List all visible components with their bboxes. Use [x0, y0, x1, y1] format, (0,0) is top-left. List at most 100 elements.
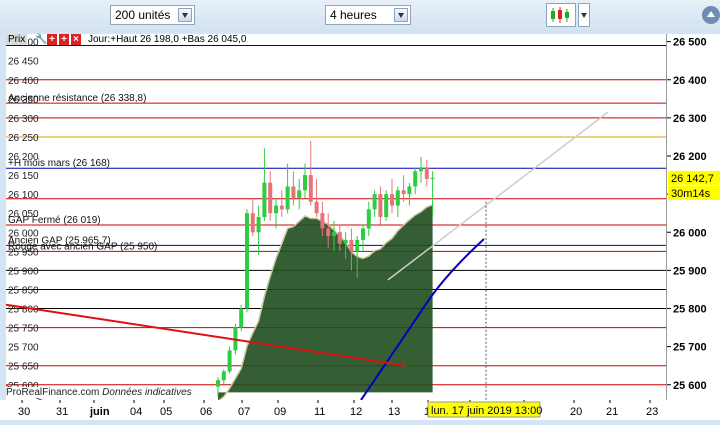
- candle-body: [355, 239, 360, 252]
- left-price-label: 26 250: [8, 133, 39, 144]
- left-price-label: 25 850: [8, 285, 39, 296]
- candle-body: [413, 171, 418, 187]
- candle-body: [221, 371, 226, 381]
- candle-body: [332, 232, 336, 237]
- date-axis-scale: 3031juin0405060709111213141718202123lun.…: [18, 400, 658, 418]
- left-price-label: 26 450: [8, 57, 39, 68]
- price-tick-label: 26 000: [673, 227, 707, 239]
- current-price-label: 26 142,7: [671, 173, 714, 185]
- date-axis[interactable]: 3031juin0405060709111213141718202123lun.…: [0, 400, 720, 420]
- price-axis[interactable]: 26 50026 40026 30026 20026 10026 00025 9…: [666, 34, 720, 400]
- credit-note: Données indicatives: [102, 387, 192, 398]
- candle-body: [245, 213, 249, 309]
- candle-body: [216, 380, 220, 387]
- candle-body: [384, 194, 389, 217]
- candle-body: [274, 205, 278, 214]
- date-tick-label: 11: [314, 406, 325, 418]
- candle-body: [337, 232, 342, 244]
- candle-body: [250, 213, 255, 233]
- candle-body: [320, 213, 325, 229]
- price-tick-label: 25 700: [673, 342, 707, 354]
- candle-body: [285, 186, 290, 210]
- date-tick-label: 09: [274, 406, 286, 418]
- highlight-date-label: lun. 17 juin 2019 13:00: [431, 405, 542, 417]
- left-price-label: 25 700: [8, 343, 39, 354]
- close-icon[interactable]: ×: [71, 34, 81, 45]
- left-price-label: 25 650: [8, 362, 39, 373]
- date-tick-label: 13: [388, 406, 400, 418]
- date-tick-label: 07: [238, 406, 250, 418]
- chevron-down-icon[interactable]: [178, 8, 192, 22]
- price-chart[interactable]: 26 50026 45026 40026 35026 30026 25026 2…: [6, 34, 666, 400]
- candle-body: [279, 205, 284, 210]
- price-tick-label: 25 800: [673, 304, 707, 316]
- date-tick-label: 12: [350, 406, 362, 418]
- price-tick-label: 26 300: [673, 113, 707, 125]
- candle-body: [239, 308, 244, 328]
- candle-body: [419, 167, 423, 172]
- date-tick-label: 20: [570, 406, 582, 418]
- left-price-label: 25 750: [8, 324, 39, 335]
- chart-area[interactable]: 26 50026 45026 40026 35026 30026 25026 2…: [6, 34, 666, 400]
- candle-body: [361, 228, 365, 240]
- candle-body: [268, 182, 273, 214]
- chart-type-button[interactable]: [546, 3, 576, 27]
- credit-site: ProRealFinance.com: [6, 387, 100, 398]
- left-price-label: 26 400: [8, 76, 39, 87]
- candle-body: [227, 350, 232, 372]
- left-price-label: 26 150: [8, 171, 39, 182]
- candle-body: [401, 190, 406, 195]
- left-price-label: 25 900: [8, 266, 39, 277]
- candle-body: [407, 186, 412, 195]
- candle-body: [372, 194, 377, 210]
- price-tick-label: 26 400: [673, 75, 707, 87]
- candle-body: [343, 239, 348, 244]
- footer-credit: ProRealFinance.com Données indicatives: [6, 387, 192, 398]
- add-indicator-icon[interactable]: +: [59, 34, 69, 45]
- level-annotation: Ancienne résistance (26 338,8): [8, 93, 146, 104]
- candle-body: [256, 217, 261, 233]
- left-price-label: 26 100: [8, 190, 39, 201]
- day-high-low-info: Jour:+Haut 26 198,0 +Bas 26 045,0: [88, 34, 247, 45]
- price-label: Prix: [6, 34, 28, 45]
- date-tick-label: 04: [130, 406, 142, 418]
- toolbar: 200 unités 4 heures: [0, 0, 720, 32]
- price-axis-scale: 26 50026 40026 30026 20026 10026 00025 9…: [667, 37, 720, 392]
- ma-shaded-area: [218, 204, 433, 400]
- period-select[interactable]: 4 heures: [325, 5, 411, 25]
- date-tick-label: 06: [200, 406, 212, 418]
- candle-body: [291, 186, 296, 198]
- candle-body: [430, 177, 435, 179]
- candle-body: [395, 190, 400, 206]
- candle-body: [390, 194, 394, 206]
- level-annotation: +H mois mars (26 168): [8, 158, 110, 169]
- countdown-label: 30m14s: [671, 188, 711, 200]
- wrench-icon[interactable]: 🔧: [35, 34, 47, 45]
- add-indicator-icon[interactable]: +: [47, 34, 57, 45]
- candle-body: [262, 182, 267, 217]
- candle-body: [366, 209, 371, 229]
- chart-type-dropdown[interactable]: [578, 3, 590, 27]
- price-tick-label: 25 900: [673, 265, 707, 277]
- units-select-value: 200 unités: [115, 8, 171, 22]
- price-tick-label: 26 200: [673, 151, 707, 163]
- price-tick-label: 25 600: [673, 380, 707, 392]
- candle-body: [424, 167, 429, 179]
- price-tick-label: 26 500: [673, 37, 707, 49]
- level-annotation: GAP Fermé (26 019): [8, 215, 101, 226]
- date-tick-label: 21: [606, 406, 618, 418]
- units-select[interactable]: 200 unités: [110, 5, 195, 25]
- date-tick-label: 31: [56, 406, 68, 418]
- scroll-up-icon[interactable]: [702, 6, 720, 24]
- candle-body: [303, 175, 307, 191]
- date-tick-label: juin: [89, 406, 110, 418]
- candle-body: [314, 201, 319, 214]
- candle-body: [349, 239, 354, 252]
- candle-body: [308, 175, 313, 202]
- date-tick-label: 30: [18, 406, 30, 418]
- candle-body: [326, 228, 331, 237]
- chevron-down-icon[interactable]: [394, 8, 408, 22]
- period-select-value: 4 heures: [330, 8, 377, 22]
- date-tick-label: 23: [646, 406, 658, 418]
- left-price-label: 26 300: [8, 114, 39, 125]
